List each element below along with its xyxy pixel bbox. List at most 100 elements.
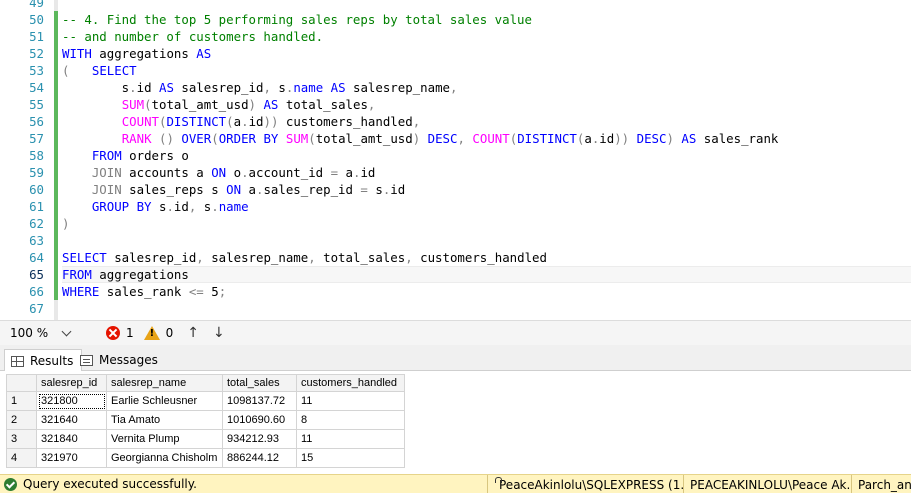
code-line[interactable]: SELECT salesrep_id, salesrep_name, total… — [62, 249, 911, 266]
column-header[interactable]: total_sales — [222, 374, 297, 392]
code-line[interactable]: s.id AS salesrep_id, s.name AS salesrep_… — [62, 79, 911, 96]
grid-cell[interactable]: 1010690.60 — [222, 410, 297, 430]
sql-operator-token: JOIN — [91, 165, 122, 180]
sql-keyword-token: DESC — [427, 131, 458, 146]
sql-text-token: a — [584, 131, 592, 146]
code-line[interactable]: -- and number of customers handled. — [62, 28, 911, 45]
code-line[interactable] — [62, 232, 911, 249]
grid-cell[interactable]: 1098137.72 — [222, 391, 297, 411]
column-header[interactable]: salesrep_name — [106, 374, 223, 392]
code-line[interactable]: WITH aggregations AS — [62, 45, 911, 62]
sql-operator-token: ( — [308, 131, 316, 146]
sql-operator-token: ( — [211, 131, 219, 146]
sql-keyword-token: SELECT — [91, 63, 137, 78]
sql-text-token — [152, 131, 159, 146]
current-code-line[interactable]: FROM aggregations — [62, 266, 911, 283]
sql-text-token: salesrep_name — [345, 80, 450, 95]
grid-cell[interactable]: Earlie Schleusner — [106, 391, 223, 411]
sql-text-token: customers_handled — [278, 114, 413, 129]
tab-messages[interactable]: Messages — [74, 349, 166, 371]
grid-cell[interactable]: 321640 — [36, 410, 107, 430]
sql-operator-token: = — [360, 182, 368, 197]
sql-text-token: a — [241, 182, 256, 197]
grid-cell[interactable]: Vernita Plump — [106, 429, 223, 449]
sql-text-token: s — [367, 182, 383, 197]
zoom-level: 100 % — [10, 326, 49, 340]
sql-text-token — [62, 199, 92, 214]
sql-function-token: RANK — [121, 131, 152, 146]
code-line[interactable]: JOIN sales_reps s ON a.sales_rep_id = s.… — [62, 181, 911, 198]
warning-icon[interactable]: ! — [143, 326, 160, 340]
code-line[interactable]: GROUP BY s.id, s.name — [62, 198, 911, 215]
code-line[interactable]: ( SELECT — [62, 62, 911, 79]
grid-cell[interactable]: 11 — [296, 429, 405, 449]
table-row[interactable]: 2 321640 Tia Amato 1010690.60 8 — [6, 410, 405, 430]
code-line[interactable]: WHERE sales_rank <= 5; — [62, 283, 911, 300]
sql-text-token: sales_reps s — [121, 182, 227, 197]
sql-operator-token: = — [330, 165, 339, 180]
grid-cell[interactable]: 15 — [296, 448, 405, 468]
database-segment: Parch_and_ — [851, 475, 911, 493]
sql-text-token: s — [270, 80, 286, 95]
grid-cell[interactable]: 8 — [296, 410, 405, 430]
zoom-dropdown[interactable]: 100 % — [6, 324, 74, 343]
code-line[interactable]: RANK () OVER(ORDER BY SUM(total_amt_usd)… — [62, 130, 911, 147]
results-grid[interactable]: salesrep_id salesrep_name total_sales cu… — [6, 374, 405, 468]
tab-results[interactable]: Results — [4, 349, 83, 372]
sql-operator-token: . — [241, 165, 249, 180]
sql-text-token — [62, 97, 122, 112]
table-row[interactable]: 4 321970 Georgianna Chisholm 886244.12 15 — [6, 448, 405, 468]
row-number[interactable]: 1 — [6, 391, 37, 411]
sql-text-token: salesrep_id — [173, 80, 264, 95]
error-icon[interactable] — [106, 326, 120, 340]
arrow-down-icon[interactable]: ↓ — [213, 325, 225, 341]
row-number[interactable]: 4 — [6, 448, 37, 468]
table-row[interactable]: 1 321800 Earlie Schleusner 1098137.72 11 — [6, 391, 405, 411]
sql-operator-token: , — [196, 250, 204, 265]
sql-text-token: id — [390, 182, 406, 197]
code-area[interactable]: -- 4. Find the top 5 performing sales re… — [62, 0, 911, 320]
line-number: 58 — [29, 148, 44, 163]
code-line[interactable]: COUNT(DISTINCT(a.id)) customers_handled, — [62, 113, 911, 130]
code-line[interactable]: JOIN accounts a ON o.account_id = a.id — [62, 164, 911, 181]
sql-text-token — [323, 80, 330, 95]
code-line[interactable]: SUM(total_amt_usd) AS total_sales, — [62, 96, 911, 113]
status-bar: Query executed successfully. PeaceAkinlo… — [0, 474, 911, 493]
column-header[interactable]: salesrep_id — [36, 374, 107, 392]
sql-text-token: a — [233, 114, 242, 129]
sql-operator-token: ; — [218, 284, 227, 299]
database-name: Parch_and_ — [858, 477, 911, 492]
grid-cell[interactable]: Tia Amato — [106, 410, 223, 430]
server-segment: PeaceAkinlolu\SQLEXPRESS (1... — [487, 475, 683, 493]
grid-cell[interactable]: 11 — [296, 391, 405, 411]
tab-messages-label: Messages — [99, 353, 158, 367]
grid-cell[interactable]: 321800 — [36, 391, 107, 411]
code-line[interactable]: ) — [62, 215, 911, 232]
grid-cell[interactable]: 321840 — [36, 429, 107, 449]
grid-cell[interactable]: 934212.93 — [222, 429, 297, 449]
sql-operator-token: , — [405, 250, 413, 265]
sql-operator-token: JOIN — [91, 182, 122, 197]
code-line[interactable]: -- 4. Find the top 5 performing sales re… — [62, 11, 911, 28]
grid-cell[interactable]: 886244.12 — [222, 448, 297, 468]
row-number-header[interactable] — [6, 374, 37, 392]
code-line[interactable] — [62, 300, 911, 317]
sql-operator-token: , — [367, 97, 376, 112]
row-number[interactable]: 3 — [6, 429, 37, 449]
sql-operator-token: . — [166, 199, 174, 214]
code-line[interactable]: FROM orders o — [62, 147, 911, 164]
sql-keyword-token: WITH — [62, 46, 92, 61]
grid-cell[interactable]: Georgianna Chisholm — [106, 448, 223, 468]
code-line[interactable] — [62, 0, 911, 11]
table-row[interactable]: 3 321840 Vernita Plump 934212.93 11 — [6, 429, 405, 449]
sql-operator-token: <= — [188, 284, 204, 299]
column-header[interactable]: customers_handled — [296, 374, 405, 392]
sql-operator-token: ( — [144, 97, 152, 112]
sql-keyword-token: ORDER BY — [218, 131, 279, 146]
sql-keyword-token: ON — [226, 182, 242, 197]
sql-operator-token: ) — [62, 216, 70, 231]
row-number[interactable]: 2 — [6, 410, 37, 430]
grid-cell[interactable]: 321970 — [36, 448, 107, 468]
arrow-up-icon[interactable]: ↑ — [187, 325, 199, 341]
query-editor[interactable]: 49 50 51 52 53 54 55 56 57 58 59 60 61 62 63 64 65 66 67 -… — [0, 0, 911, 320]
